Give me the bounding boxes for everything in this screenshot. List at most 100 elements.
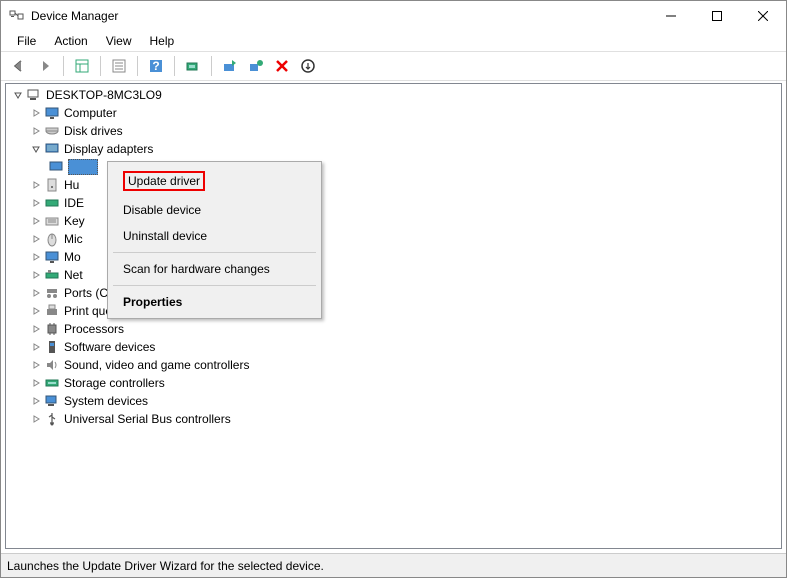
monitor-icon	[44, 249, 60, 265]
toolbar-separator	[137, 56, 138, 76]
toolbar-separator	[174, 56, 175, 76]
tree-item-software[interactable]: Software devices	[6, 338, 781, 356]
tree-label: Disk drives	[64, 124, 123, 138]
expand-icon[interactable]	[30, 395, 42, 407]
tree-root[interactable]: DESKTOP-8MC3LO9	[6, 86, 781, 104]
ctx-disable-device[interactable]: Disable device	[111, 197, 318, 223]
cpu-icon	[44, 321, 60, 337]
tree-label: Mo	[64, 250, 81, 264]
menubar: File Action View Help	[1, 31, 786, 51]
tree-label: Software devices	[64, 340, 155, 354]
expand-icon[interactable]	[30, 251, 42, 263]
usb-icon	[44, 411, 60, 427]
tree-item-computer[interactable]: Computer	[6, 104, 781, 122]
sound-icon	[44, 357, 60, 373]
uninstall-button[interactable]	[244, 54, 268, 78]
properties-button[interactable]	[107, 54, 131, 78]
menu-help[interactable]: Help	[142, 32, 183, 50]
expand-icon[interactable]	[30, 269, 42, 281]
ctx-uninstall-device[interactable]: Uninstall device	[111, 223, 318, 249]
collapse-icon[interactable]	[12, 89, 24, 101]
expand-icon[interactable]	[30, 323, 42, 335]
collapse-icon[interactable]	[30, 143, 42, 155]
computer-icon	[26, 87, 42, 103]
tree-label: IDE	[64, 196, 84, 210]
expand-icon[interactable]	[30, 215, 42, 227]
device-manager-icon	[9, 8, 25, 24]
disk-icon	[44, 123, 60, 139]
enable-button[interactable]	[296, 54, 320, 78]
display-adapter-icon	[44, 141, 60, 157]
tree-item-sound[interactable]: Sound, video and game controllers	[6, 356, 781, 374]
ports-icon	[44, 285, 60, 301]
expand-icon[interactable]	[30, 233, 42, 245]
toolbar-separator	[63, 56, 64, 76]
svg-text:?: ?	[152, 59, 159, 73]
window-title: Device Manager	[31, 9, 648, 23]
tree-label: Net	[64, 268, 83, 282]
titlebar: Device Manager	[1, 1, 786, 31]
menu-file[interactable]: File	[9, 32, 44, 50]
tree-item-display[interactable]: Display adapters	[6, 140, 781, 158]
display-adapter-icon	[48, 159, 64, 175]
maximize-button[interactable]	[694, 1, 740, 31]
hid-icon	[44, 177, 60, 193]
update-driver-button[interactable]	[218, 54, 242, 78]
forward-button[interactable]	[33, 54, 57, 78]
printer-icon	[44, 303, 60, 319]
tree-item-processors[interactable]: Processors	[6, 320, 781, 338]
tree-label: Computer	[64, 106, 117, 120]
context-menu: Update driver Disable device Uninstall d…	[107, 161, 322, 319]
system-icon	[44, 393, 60, 409]
tree-label: Mic	[64, 232, 83, 246]
back-button[interactable]	[7, 54, 31, 78]
toolbar: ?	[1, 51, 786, 81]
show-hide-tree-button[interactable]	[70, 54, 94, 78]
tree-label: System devices	[64, 394, 148, 408]
ctx-properties[interactable]: Properties	[111, 289, 318, 315]
ctx-scan-hardware[interactable]: Scan for hardware changes	[111, 256, 318, 282]
minimize-button[interactable]	[648, 1, 694, 31]
expand-icon[interactable]	[30, 179, 42, 191]
toolbar-separator	[100, 56, 101, 76]
expand-icon[interactable]	[30, 107, 42, 119]
status-text: Launches the Update Driver Wizard for th…	[7, 559, 324, 573]
storage-icon	[44, 375, 60, 391]
ide-icon	[44, 195, 60, 211]
mouse-icon	[44, 231, 60, 247]
tree-item-storage[interactable]: Storage controllers	[6, 374, 781, 392]
window-controls	[648, 1, 786, 31]
expand-icon[interactable]	[30, 305, 42, 317]
expand-icon[interactable]	[30, 197, 42, 209]
statusbar: Launches the Update Driver Wizard for th…	[1, 553, 786, 577]
tree-label: Key	[64, 214, 85, 228]
monitor-icon	[44, 105, 60, 121]
software-icon	[44, 339, 60, 355]
ctx-update-driver[interactable]: Update driver	[111, 165, 318, 197]
tree-item-disk[interactable]: Disk drives	[6, 122, 781, 140]
tree-label: Processors	[64, 322, 124, 336]
expand-icon[interactable]	[30, 377, 42, 389]
help-button[interactable]: ?	[144, 54, 168, 78]
menu-view[interactable]: View	[98, 32, 140, 50]
menu-action[interactable]: Action	[46, 32, 95, 50]
highlight-box: Update driver	[123, 171, 205, 191]
disable-button[interactable]	[270, 54, 294, 78]
context-menu-separator	[113, 285, 316, 286]
tree-label: Universal Serial Bus controllers	[64, 412, 231, 426]
tree-item-usb[interactable]: Universal Serial Bus controllers	[6, 410, 781, 428]
expand-icon[interactable]	[30, 413, 42, 425]
expand-icon[interactable]	[30, 125, 42, 137]
tree-item-system[interactable]: System devices	[6, 392, 781, 410]
scan-hardware-button[interactable]	[181, 54, 205, 78]
expand-icon[interactable]	[30, 359, 42, 371]
toolbar-separator	[211, 56, 212, 76]
expand-icon[interactable]	[30, 287, 42, 299]
tree-label: Storage controllers	[64, 376, 165, 390]
tree-label: DESKTOP-8MC3LO9	[46, 88, 162, 102]
tree-label: Sound, video and game controllers	[64, 358, 249, 372]
close-button[interactable]	[740, 1, 786, 31]
tree-label: Display adapters	[64, 142, 153, 156]
expand-icon[interactable]	[30, 341, 42, 353]
context-menu-separator	[113, 252, 316, 253]
